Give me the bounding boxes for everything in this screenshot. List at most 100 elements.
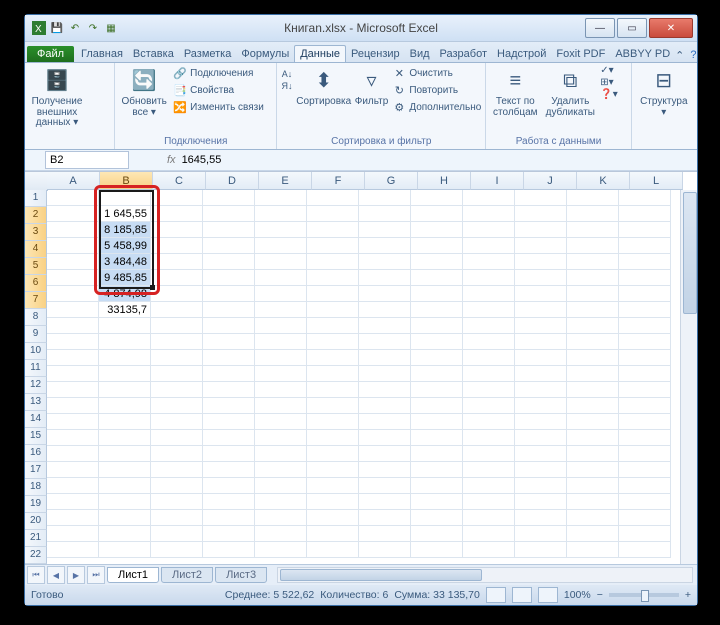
cell-H16[interactable] xyxy=(411,430,463,446)
cell-A4[interactable] xyxy=(47,238,99,254)
cell-L7[interactable] xyxy=(619,286,671,302)
tab-formulas[interactable]: Формулы xyxy=(236,46,294,62)
cell-K8[interactable] xyxy=(567,302,619,318)
cell-H4[interactable] xyxy=(411,238,463,254)
cell-I21[interactable] xyxy=(463,510,515,526)
cell-A2[interactable] xyxy=(47,206,99,222)
row-header-2[interactable]: 2 xyxy=(25,207,47,224)
cell-F13[interactable] xyxy=(307,382,359,398)
cell-B1[interactable] xyxy=(99,190,151,206)
row-header-15[interactable]: 15 xyxy=(25,428,47,445)
cell-L4[interactable] xyxy=(619,238,671,254)
row-header-10[interactable]: 10 xyxy=(25,343,47,360)
cell-E1[interactable] xyxy=(255,190,307,206)
cell-A12[interactable] xyxy=(47,366,99,382)
cell-E10[interactable] xyxy=(255,334,307,350)
cell-L9[interactable] xyxy=(619,318,671,334)
cell-C16[interactable] xyxy=(151,430,203,446)
col-header-F[interactable]: F xyxy=(312,172,365,190)
cell-J13[interactable] xyxy=(515,382,567,398)
cell-J10[interactable] xyxy=(515,334,567,350)
col-header-C[interactable]: C xyxy=(153,172,206,190)
cell-K21[interactable] xyxy=(567,510,619,526)
cell-E7[interactable] xyxy=(255,286,307,302)
sheet-nav-prev[interactable]: ◀ xyxy=(47,566,65,584)
tab-foxit[interactable]: Foxit PDF xyxy=(551,46,610,62)
cell-L2[interactable] xyxy=(619,206,671,222)
cell-C13[interactable] xyxy=(151,382,203,398)
cell-L1[interactable] xyxy=(619,190,671,206)
cell-L14[interactable] xyxy=(619,398,671,414)
refresh-all-button[interactable]: 🔄Обновить все ▾ xyxy=(119,65,169,118)
cell-C4[interactable] xyxy=(151,238,203,254)
cell-I7[interactable] xyxy=(463,286,515,302)
cell-I10[interactable] xyxy=(463,334,515,350)
row-header-12[interactable]: 12 xyxy=(25,377,47,394)
cell-F12[interactable] xyxy=(307,366,359,382)
cell-A6[interactable] xyxy=(47,270,99,286)
cell-E21[interactable] xyxy=(255,510,307,526)
cell-F6[interactable] xyxy=(307,270,359,286)
cell-I19[interactable] xyxy=(463,478,515,494)
cell-J7[interactable] xyxy=(515,286,567,302)
cell-E22[interactable] xyxy=(255,526,307,542)
cell-C18[interactable] xyxy=(151,462,203,478)
tab-abbyy[interactable]: ABBYY PD xyxy=(610,46,675,62)
cell-K11[interactable] xyxy=(567,350,619,366)
col-header-A[interactable]: A xyxy=(47,172,100,190)
name-box[interactable]: B2 xyxy=(45,151,129,169)
cell-I14[interactable] xyxy=(463,398,515,414)
cell-J16[interactable] xyxy=(515,430,567,446)
cell-K20[interactable] xyxy=(567,494,619,510)
cell-E14[interactable] xyxy=(255,398,307,414)
cell-C5[interactable] xyxy=(151,254,203,270)
col-header-G[interactable]: G xyxy=(365,172,418,190)
cell-J4[interactable] xyxy=(515,238,567,254)
cell-G17[interactable] xyxy=(359,446,411,462)
h-scroll-thumb[interactable] xyxy=(280,569,482,581)
cell-B6[interactable]: 9 485,85 xyxy=(99,270,151,286)
cell-H3[interactable] xyxy=(411,222,463,238)
cell-A15[interactable] xyxy=(47,414,99,430)
row-header-22[interactable]: 22 xyxy=(25,547,47,564)
cell-B5[interactable]: 3 484,48 xyxy=(99,254,151,270)
cell-J9[interactable] xyxy=(515,318,567,334)
ribbon-minimize-icon[interactable]: ⌃ xyxy=(675,49,684,62)
cell-I13[interactable] xyxy=(463,382,515,398)
col-header-B[interactable]: B xyxy=(100,172,153,190)
cell-G14[interactable] xyxy=(359,398,411,414)
cell-L18[interactable] xyxy=(619,462,671,478)
cell-K16[interactable] xyxy=(567,430,619,446)
col-header-I[interactable]: I xyxy=(471,172,524,190)
cell-E4[interactable] xyxy=(255,238,307,254)
row-header-4[interactable]: 4 xyxy=(25,241,47,258)
row-header-17[interactable]: 17 xyxy=(25,462,47,479)
row-header-19[interactable]: 19 xyxy=(25,496,47,513)
cell-J19[interactable] xyxy=(515,478,567,494)
cell-I18[interactable] xyxy=(463,462,515,478)
cell-E2[interactable] xyxy=(255,206,307,222)
cell-E9[interactable] xyxy=(255,318,307,334)
cell-I4[interactable] xyxy=(463,238,515,254)
cell-E19[interactable] xyxy=(255,478,307,494)
cell-F1[interactable] xyxy=(307,190,359,206)
cell-H23[interactable] xyxy=(411,542,463,558)
cell-H9[interactable] xyxy=(411,318,463,334)
cell-D18[interactable] xyxy=(203,462,255,478)
tab-insert[interactable]: Вставка xyxy=(128,46,179,62)
cell-E12[interactable] xyxy=(255,366,307,382)
cell-A9[interactable] xyxy=(47,318,99,334)
cell-F11[interactable] xyxy=(307,350,359,366)
cell-D16[interactable] xyxy=(203,430,255,446)
cell-H5[interactable] xyxy=(411,254,463,270)
col-header-J[interactable]: J xyxy=(524,172,577,190)
cell-H17[interactable] xyxy=(411,446,463,462)
view-normal-button[interactable] xyxy=(486,587,506,603)
cell-H21[interactable] xyxy=(411,510,463,526)
cell-G12[interactable] xyxy=(359,366,411,382)
help-icon[interactable]: ? xyxy=(690,49,696,62)
cell-C2[interactable] xyxy=(151,206,203,222)
cell-B17[interactable] xyxy=(99,446,151,462)
row-header-7[interactable]: 7 xyxy=(25,292,47,309)
view-break-button[interactable] xyxy=(538,587,558,603)
